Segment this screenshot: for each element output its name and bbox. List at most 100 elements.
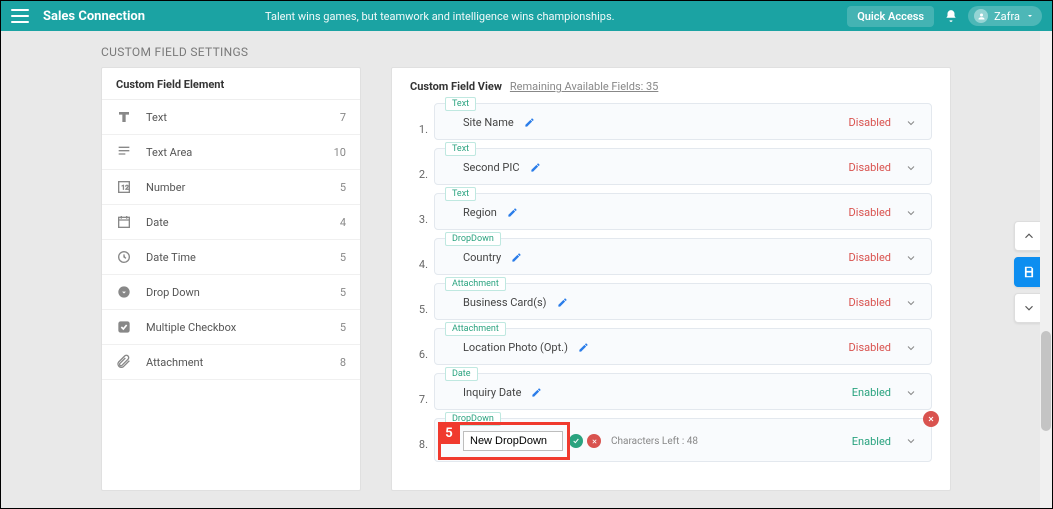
field-number: 1. [410, 103, 428, 136]
field-number: 6. [410, 328, 428, 361]
menu-icon[interactable] [11, 9, 29, 23]
field-card: AttachmentLocation Photo (Opt.)Disabled [434, 328, 932, 365]
field-number: 2. [410, 148, 428, 181]
field-card: AttachmentBusiness Card(s)Disabled [434, 283, 932, 320]
edit-icon[interactable] [511, 252, 522, 263]
right-panel-title: Custom Field View [410, 80, 502, 93]
field-status: Disabled [849, 161, 891, 174]
element-count: 10 [334, 146, 346, 159]
element-label: Text [146, 111, 340, 124]
field-row: 7.DateInquiry DateEnabled [410, 373, 932, 410]
field-row: 1.TextSite NameDisabled [410, 103, 932, 140]
custom-field-element-panel: Custom Field Element Text7Text Area1012N… [101, 67, 361, 491]
field-type-tag: DropDown [445, 412, 501, 426]
page-title: CUSTOM FIELD SETTINGS [1, 31, 1052, 67]
field-type-tag: Date [445, 367, 478, 381]
topbar: Sales Connection Talent wins games, but … [1, 1, 1052, 31]
element-number[interactable]: 12 Number5 [102, 170, 360, 205]
field-status: Disabled [849, 206, 891, 219]
element-label: Text Area [146, 146, 334, 159]
element-count: 5 [340, 286, 346, 299]
field-name: Location Photo (Opt.) [463, 341, 568, 354]
element-checkbox[interactable]: Multiple Checkbox5 [102, 310, 360, 345]
field-number: 8. [410, 418, 428, 451]
tagline: Talent wins games, but teamwork and inte… [265, 10, 615, 23]
bell-icon[interactable] [944, 9, 958, 23]
chevron-down-icon [1026, 12, 1034, 20]
element-count: 5 [340, 321, 346, 334]
element-label: Number [146, 181, 340, 194]
field-type-tag: Text [445, 187, 476, 201]
element-date[interactable]: Date4 [102, 205, 360, 240]
user-name: Zafra [994, 10, 1020, 23]
field-status: Disabled [849, 251, 891, 264]
field-type-tag: Text [445, 97, 476, 111]
chevron-down-icon[interactable] [905, 387, 917, 399]
element-label: Attachment [146, 356, 340, 369]
edit-icon[interactable] [531, 387, 542, 398]
edit-icon[interactable] [578, 342, 589, 353]
field-name-input[interactable] [463, 431, 563, 451]
element-label: Date [146, 216, 340, 229]
cancel-icon[interactable] [587, 434, 601, 448]
field-card: TextRegionDisabled [434, 193, 932, 230]
chevron-down-icon[interactable] [905, 297, 917, 309]
element-count: 4 [340, 216, 346, 229]
field-card: TextSite NameDisabled [434, 103, 932, 140]
element-datetime[interactable]: Date Time5 [102, 240, 360, 275]
field-status: Enabled [852, 386, 891, 399]
field-name: Inquiry Date [463, 386, 521, 399]
element-dropdown[interactable]: Drop Down5 [102, 275, 360, 310]
element-label: Drop Down [146, 286, 340, 299]
edit-icon[interactable] [557, 297, 568, 308]
edit-icon[interactable] [524, 117, 535, 128]
field-card: DropDownCountryDisabled [434, 238, 932, 275]
chevron-down-icon[interactable] [905, 117, 917, 129]
field-name: Region [463, 206, 497, 219]
element-count: 7 [340, 111, 346, 124]
field-name: Business Card(s) [463, 296, 547, 309]
element-count: 5 [340, 181, 346, 194]
element-text[interactable]: Text7 [102, 100, 360, 135]
left-panel-header: Custom Field Element [102, 68, 360, 100]
element-attachment[interactable]: Attachment8 [102, 345, 360, 380]
element-textarea[interactable]: Text Area10 [102, 135, 360, 170]
brand: Sales Connection [43, 9, 145, 24]
chevron-down-icon[interactable] [905, 252, 917, 264]
field-type-tag: Text [445, 142, 476, 156]
element-count: 8 [340, 356, 346, 369]
svg-text:12: 12 [121, 184, 129, 192]
chevron-down-icon[interactable] [905, 162, 917, 174]
edit-icon[interactable] [507, 207, 518, 218]
delete-field-icon[interactable] [923, 411, 939, 427]
quick-access-button[interactable]: Quick Access [847, 6, 934, 27]
field-row: 8.DropDownCharacters Left : 48Enabled [410, 418, 932, 462]
element-count: 5 [340, 251, 346, 264]
edit-icon[interactable] [530, 162, 541, 173]
field-status: Enabled [852, 435, 891, 448]
confirm-icon[interactable] [569, 434, 583, 448]
field-row: 4.DropDownCountryDisabled [410, 238, 932, 275]
chevron-down-icon[interactable] [905, 207, 917, 219]
chars-left: Characters Left : 48 [611, 436, 698, 447]
field-card: DropDownCharacters Left : 48Enabled [434, 418, 932, 462]
field-name: Country [463, 251, 501, 264]
field-card: DateInquiry DateEnabled [434, 373, 932, 410]
field-number: 3. [410, 193, 428, 226]
remaining-fields-link[interactable]: Remaining Available Fields: 35 [510, 80, 658, 93]
element-label: Date Time [146, 251, 340, 264]
chevron-down-icon[interactable] [905, 435, 917, 447]
field-number: 7. [410, 373, 428, 406]
field-type-tag: Attachment [445, 277, 506, 291]
field-row: 5.AttachmentBusiness Card(s)Disabled [410, 283, 932, 320]
field-name: Second PIC [463, 161, 520, 174]
chevron-down-icon[interactable] [905, 342, 917, 354]
field-row: 2.TextSecond PICDisabled [410, 148, 932, 185]
field-name: Site Name [463, 116, 514, 129]
field-card: TextSecond PICDisabled [434, 148, 932, 185]
field-type-tag: DropDown [445, 232, 501, 246]
scrollbar[interactable] [1040, 31, 1052, 508]
field-status: Disabled [849, 296, 891, 309]
user-menu[interactable]: Zafra [968, 6, 1042, 26]
field-type-tag: Attachment [445, 322, 506, 336]
